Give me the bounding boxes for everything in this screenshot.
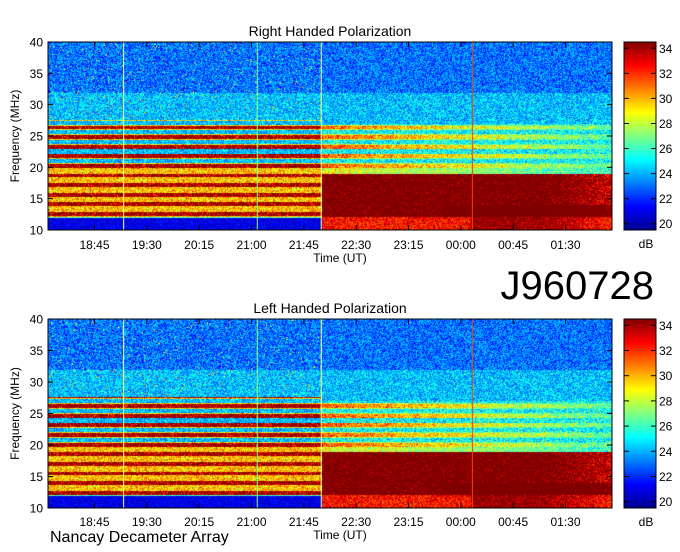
rhp-y-tick-label-6: 40: [30, 36, 44, 50]
lhp-x-tick-label-7: 00:00: [446, 515, 476, 529]
rhp-x-tick-label-2: 20:15: [184, 238, 214, 252]
lhp-y-tick-label-3: 25: [30, 407, 44, 421]
rhp-y-tick-label-1: 15: [30, 192, 44, 206]
observation-label: J960728: [500, 264, 654, 308]
lhp-x-tick-label-6: 23:15: [393, 515, 423, 529]
lhp-colorbar-tick-label-4: 28: [659, 394, 673, 408]
rhp-y-tick-label-3: 25: [30, 130, 44, 144]
rhp-y-tick-label-2: 20: [30, 161, 44, 175]
lhp-x-tick-label-2: 20:15: [184, 515, 214, 529]
rhp-x-axis-label: Time (UT): [313, 251, 367, 265]
lhp-y-tick-label-2: 20: [30, 439, 44, 453]
rhp-colorbar-tick-label-7: 34: [659, 42, 673, 56]
lhp-y-tick-label-1: 15: [30, 470, 44, 484]
instrument-credit: Nancay Decameter Array: [50, 529, 229, 546]
lhp-colorbar-tick-label-7: 34: [659, 319, 673, 333]
lhp-y-tick-label-0: 10: [30, 502, 44, 516]
rhp-title: Right Handed Polarization: [249, 23, 412, 39]
lhp-x-tick-label-9: 01:30: [550, 515, 580, 529]
rhp-panel: Right Handed Polarization 10 15 20 25 30 35 40 F…: [8, 23, 673, 265]
lhp-spectrogram: [48, 319, 612, 508]
lhp-x-tick-label-4: 21:45: [289, 515, 319, 529]
rhp-colorbar-tick-label-3: 26: [659, 142, 673, 156]
lhp-x-tick-label-5: 22:30: [341, 515, 371, 529]
lhp-colorbar-label: dB: [639, 515, 654, 529]
lhp-panel: Left Handed Polarization 10 15 20 25 30 35 40 Fr…: [8, 300, 673, 542]
rhp-y-tick-label-4: 30: [30, 98, 44, 112]
lhp-colorbar-tick-label-5: 30: [659, 369, 673, 383]
rhp-colorbar-tick-label-1: 22: [659, 192, 673, 206]
rhp-colorbar-tick-label-2: 24: [659, 167, 673, 181]
rhp-colorbar-tick-label-6: 32: [659, 67, 673, 81]
lhp-colorbar-tick-label-1: 22: [659, 470, 673, 484]
rhp-y-tick-label-5: 35: [30, 67, 44, 81]
rhp-x-tick-label-5: 22:30: [341, 238, 371, 252]
rhp-x-tick-label-1: 19:30: [132, 238, 162, 252]
rhp-colorbar: [623, 41, 657, 231]
lhp-colorbar-tick-label-0: 20: [659, 495, 673, 509]
rhp-x-tick-label-6: 23:15: [393, 238, 423, 252]
rhp-y-axis-label: Frequency (MHz): [8, 90, 22, 183]
lhp-colorbar: [623, 318, 657, 509]
rhp-x-tick-label-9: 01:30: [550, 238, 580, 252]
lhp-y-tick-label-4: 30: [30, 376, 44, 390]
lhp-x-tick-label-8: 00:45: [498, 515, 528, 529]
lhp-title: Left Handed Polarization: [253, 300, 406, 316]
lhp-x-tick-label-1: 19:30: [132, 515, 162, 529]
rhp-x-tick-label-0: 18:45: [79, 238, 109, 252]
lhp-x-tick-label-3: 21:00: [236, 515, 266, 529]
lhp-colorbar-tick-label-3: 26: [659, 420, 673, 434]
lhp-y-tick-label-6: 40: [30, 313, 44, 327]
rhp-x-tick-label-7: 00:00: [446, 238, 476, 252]
rhp-colorbar-tick-label-4: 28: [659, 117, 673, 131]
lhp-y-axis-label: Frequency (MHz): [8, 367, 22, 460]
lhp-colorbar-tick-label-2: 24: [659, 445, 673, 459]
rhp-colorbar-tick-label-0: 20: [659, 217, 673, 231]
rhp-spectrogram: [48, 42, 612, 230]
lhp-x-tick-label-0: 18:45: [79, 515, 109, 529]
rhp-y-tick-label-0: 10: [30, 224, 44, 238]
rhp-colorbar-tick-label-5: 30: [659, 92, 673, 106]
rhp-x-tick-label-8: 00:45: [498, 238, 528, 252]
rhp-x-tick-label-3: 21:00: [236, 238, 266, 252]
lhp-x-axis-label: Time (UT): [313, 528, 367, 542]
lhp-y-tick-label-5: 35: [30, 344, 44, 358]
lhp-colorbar-tick-label-6: 32: [659, 344, 673, 358]
rhp-x-tick-label-4: 21:45: [289, 238, 319, 252]
rhp-colorbar-label: dB: [639, 237, 654, 251]
